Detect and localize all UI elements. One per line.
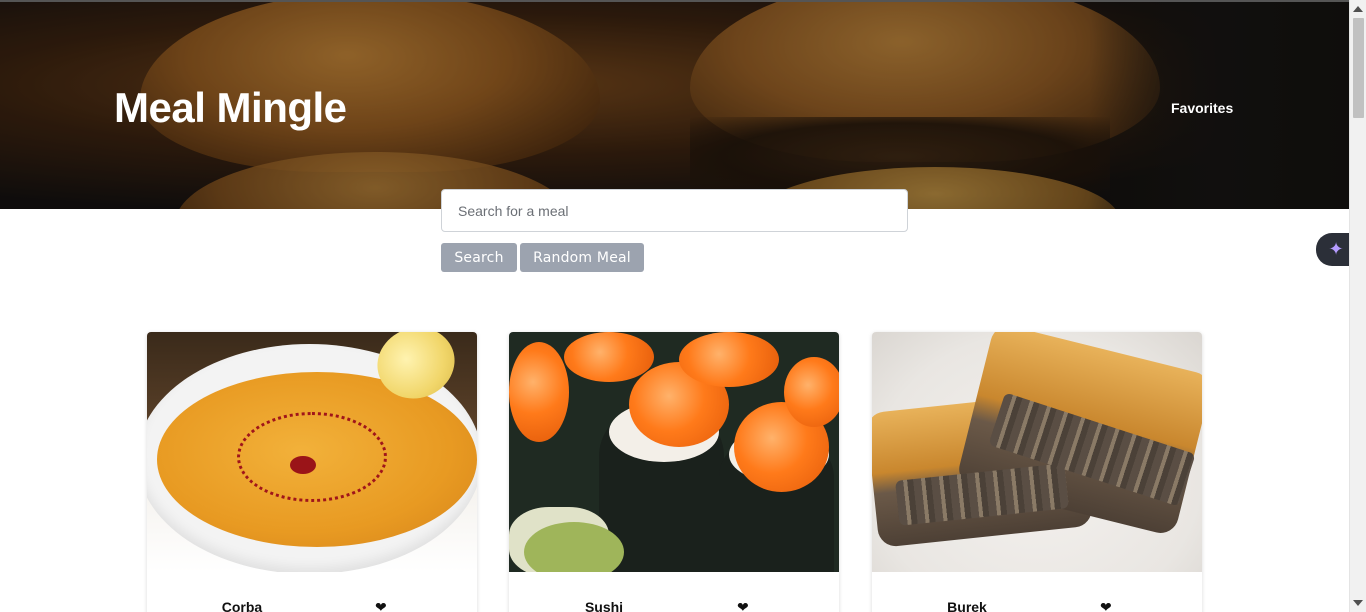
meal-card[interactable]: Corba ❤ — [147, 332, 477, 612]
meal-image-burek[interactable] — [872, 332, 1202, 572]
meal-card[interactable]: Sushi ❤ — [509, 332, 839, 612]
search-input[interactable] — [441, 189, 908, 232]
meal-title[interactable]: Corba — [147, 599, 337, 612]
heart-icon[interactable]: ❤ — [375, 600, 387, 612]
meal-title[interactable]: Sushi — [509, 599, 699, 612]
meal-image-sushi[interactable] — [509, 332, 839, 572]
heart-icon[interactable]: ❤ — [737, 600, 749, 612]
page: Meal Mingle Favorites Search Random Meal… — [0, 0, 1366, 612]
meal-image-corba[interactable] — [147, 332, 477, 572]
meal-title[interactable]: Burek — [872, 599, 1062, 612]
hero-banner: Meal Mingle Favorites — [0, 0, 1349, 209]
nav-favorites-link[interactable]: Favorites — [1171, 100, 1233, 116]
random-meal-button[interactable]: Random Meal — [520, 243, 644, 272]
scroll-up-arrow-icon[interactable] — [1353, 6, 1363, 12]
meal-card[interactable]: Burek ❤ — [872, 332, 1202, 612]
scroll-thumb[interactable] — [1353, 18, 1364, 118]
search-button[interactable]: Search — [441, 243, 517, 272]
sparkle-icon: ✦ — [1328, 239, 1344, 259]
heart-icon[interactable]: ❤ — [1100, 600, 1112, 612]
site-title[interactable]: Meal Mingle — [114, 84, 347, 132]
page-scrollbar[interactable] — [1349, 0, 1366, 612]
scroll-down-arrow-icon[interactable] — [1353, 600, 1363, 606]
